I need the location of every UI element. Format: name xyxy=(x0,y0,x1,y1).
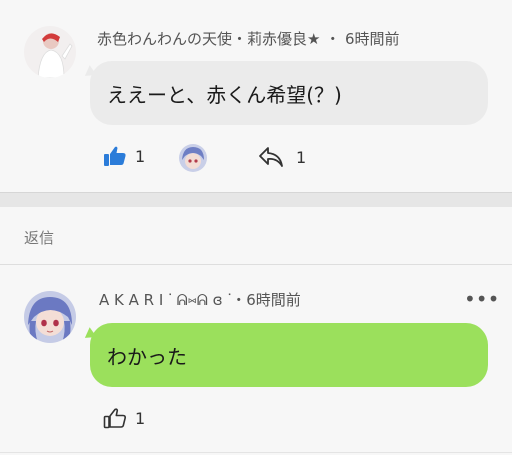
comment2-message: わかった xyxy=(107,344,187,369)
comment1-reply-button[interactable]: 1 xyxy=(258,146,306,168)
comment1-like-button[interactable]: 1 xyxy=(103,144,145,168)
comment1-meta: 赤色わんわんの天使・莉赤優良★ ・ 6時間前 xyxy=(97,30,400,48)
reply-arrow-icon xyxy=(258,146,284,168)
comment1-reply-count: 1 xyxy=(296,147,307,167)
comment2-like-button[interactable]: 1 xyxy=(103,406,145,430)
comment1-like-count: 1 xyxy=(135,146,146,166)
comment2-avatar[interactable] xyxy=(24,291,76,343)
comment1-message: ええーと、赤くん希望(？) xyxy=(107,82,342,107)
thumbs-up-icon xyxy=(103,406,127,430)
comment2-like-count: 1 xyxy=(135,408,146,428)
bottom-divider xyxy=(0,452,512,453)
comment1-bubble: ええーと、赤くん希望(？) xyxy=(90,61,488,125)
section-divider xyxy=(0,192,512,207)
replies-label: 返信 xyxy=(24,229,55,247)
comment2-more-options-icon[interactable]: ••• xyxy=(464,287,499,311)
thumbs-up-filled-icon xyxy=(103,144,127,168)
liker-avatar[interactable] xyxy=(179,144,207,172)
comment2-meta: A K A R I ᐝ ᕱ⑅ᕱ ɞ ᐝ・6時間前 xyxy=(99,291,301,309)
replies-divider xyxy=(0,264,512,265)
comment1-avatar[interactable] xyxy=(24,26,76,78)
comment2-bubble: わかった xyxy=(90,323,488,387)
